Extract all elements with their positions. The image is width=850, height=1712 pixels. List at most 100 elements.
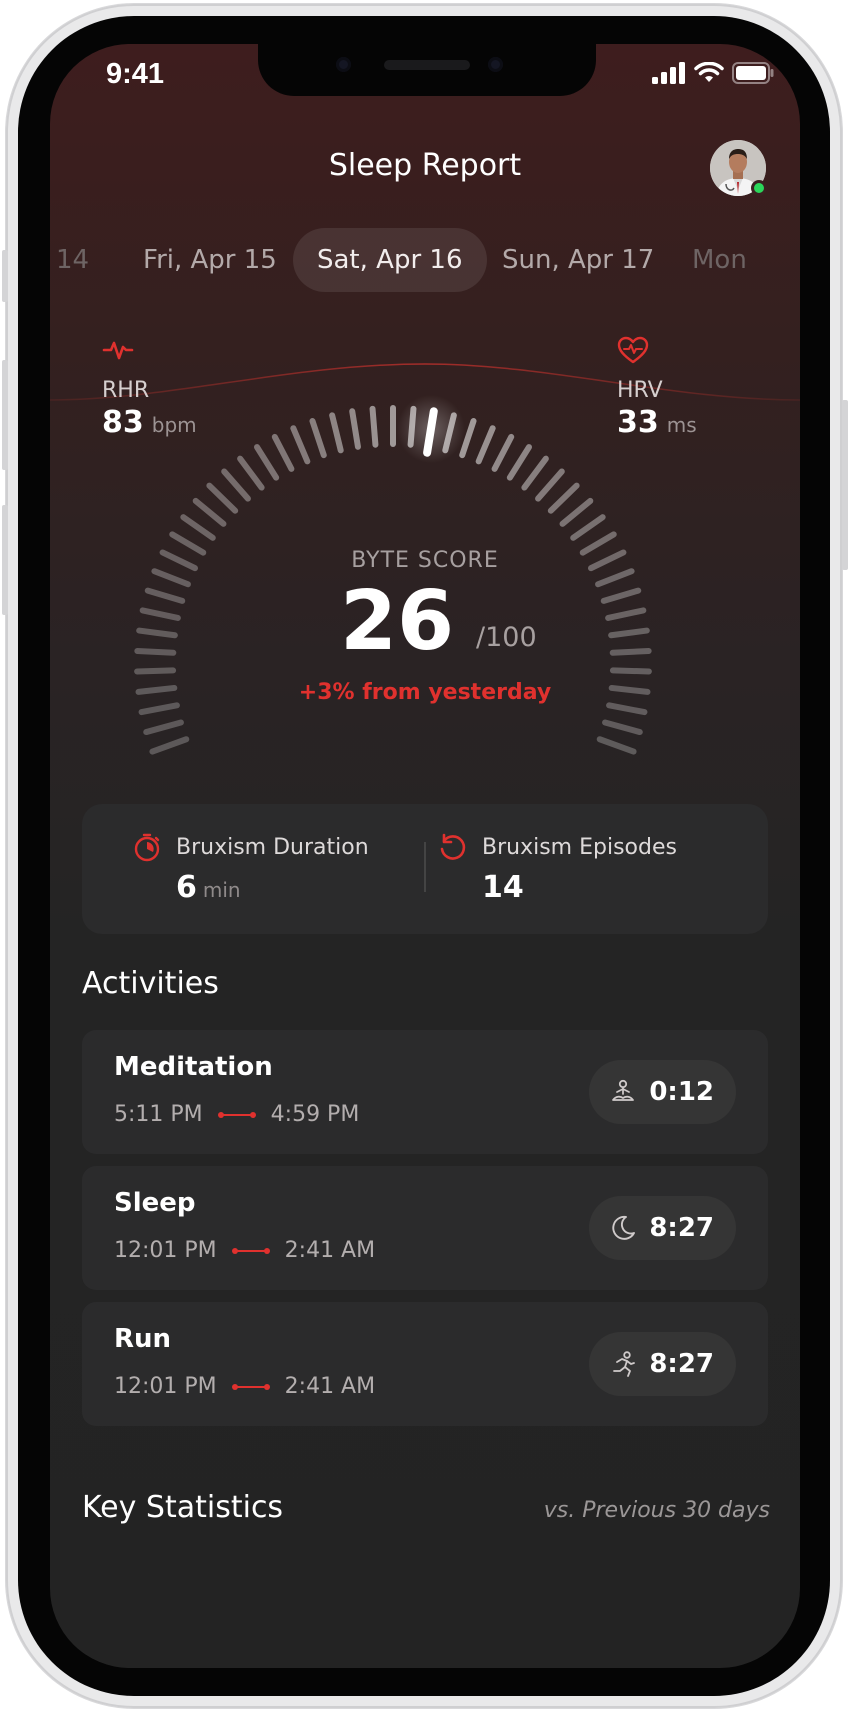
gauge-tick — [143, 719, 184, 736]
gauge-tick — [605, 607, 647, 621]
gauge-tick — [595, 568, 635, 588]
score-delta: +3% from yesterday — [298, 680, 552, 705]
activity-duration-pill: 8:27 — [589, 1332, 736, 1396]
heartbeat-icon — [102, 341, 134, 360]
cellular-signal-icon — [652, 62, 685, 84]
restart-icon — [440, 833, 466, 860]
activity-times: 12:01 PM 2:41 AM — [114, 1238, 375, 1263]
activity-end: 4:59 PM — [270, 1102, 360, 1127]
gauge-tick — [547, 482, 580, 514]
gauge-tick — [608, 627, 650, 639]
gauge-tick — [349, 408, 361, 450]
gauge-tick — [136, 627, 178, 639]
gauge-tick — [309, 417, 327, 459]
volume-up-button — [2, 360, 8, 470]
activity-card-run[interactable]: Run 12:01 PM 2:41 AM 8:27 — [82, 1302, 768, 1426]
gauge-tick — [134, 647, 177, 656]
gauge-tick — [535, 468, 565, 502]
bruxism-episodes: Bruxism Episodes 14 — [438, 832, 677, 905]
activity-duration: 0:12 — [649, 1077, 714, 1107]
gauge-tick — [180, 514, 216, 541]
time-range-connector-icon — [231, 1247, 270, 1254]
gauge-tick — [237, 455, 265, 491]
activity-start: 12:01 PM — [114, 1238, 217, 1263]
bruxism-duration-value: 6 — [176, 870, 197, 905]
activity-start: 12:01 PM — [114, 1374, 217, 1399]
score-label: BYTE SCORE — [351, 548, 499, 573]
gauge-tick — [221, 468, 251, 502]
gauge-tick — [138, 702, 180, 716]
gauge-tick — [254, 444, 280, 481]
earpiece-speaker — [384, 60, 470, 70]
gauge-tick — [602, 719, 643, 736]
heart-pulse-icon — [617, 336, 649, 364]
gauge-tick — [192, 497, 227, 527]
gauge-tick — [134, 667, 177, 675]
activity-duration-pill: 8:27 — [589, 1196, 736, 1260]
gauge-tick — [475, 425, 496, 465]
activity-card-meditation[interactable]: Meditation 5:11 PM 4:59 PM 0:12 — [82, 1030, 768, 1154]
front-camera — [488, 57, 503, 72]
gauge-tick — [329, 412, 344, 454]
date-item[interactable]: Sun, Apr 17 — [502, 228, 654, 292]
activity-times: 12:01 PM 2:41 AM — [114, 1374, 375, 1399]
gauge-tick — [609, 647, 652, 656]
activity-name: Meditation — [114, 1052, 273, 1082]
volume-down-button — [2, 505, 8, 615]
date-selector: 14 Fri, Apr 15 Sat, Apr 16 Sun, Apr 17 M… — [50, 228, 800, 292]
gauge-tick — [151, 568, 191, 588]
key-statistics-comparison: vs. Previous 30 days — [543, 1498, 770, 1523]
bruxism-duration-unit: min — [202, 878, 241, 902]
gauge-tick — [600, 587, 642, 604]
stopwatch-icon — [134, 833, 160, 862]
gauge-tick — [139, 607, 181, 621]
bruxism-episodes-title: Bruxism Episodes — [482, 834, 677, 860]
key-statistics-title: Key Statistics — [82, 1490, 284, 1525]
power-button — [842, 400, 848, 570]
gauge-tick — [369, 405, 379, 448]
gauge-tick — [609, 667, 652, 675]
date-item[interactable]: Mon — [692, 228, 747, 292]
online-status-dot — [751, 180, 767, 196]
gauge-tick — [206, 482, 239, 514]
bruxism-card: Bruxism Duration 6 min Bruxism Episodes 1… — [82, 804, 768, 934]
activity-end: 2:41 AM — [284, 1238, 376, 1263]
meditation-icon — [612, 1079, 635, 1101]
activity-duration: 8:27 — [649, 1349, 714, 1379]
gauge-tick — [570, 514, 606, 541]
activity-duration-pill: 0:12 — [589, 1060, 736, 1124]
status-time: 9:41 — [106, 58, 165, 90]
score-value: 26 — [340, 574, 455, 669]
gauge-tick — [271, 433, 295, 472]
activity-duration: 8:27 — [649, 1213, 714, 1243]
date-item[interactable]: Fri, Apr 15 — [143, 228, 277, 292]
face-sensor — [336, 57, 351, 72]
gauge-tick — [521, 455, 549, 491]
gauge-tick — [144, 587, 186, 604]
activity-card-sleep[interactable]: Sleep 12:01 PM 2:41 AM 8:27 — [82, 1166, 768, 1290]
status-icons — [652, 60, 774, 86]
activity-name: Run — [114, 1324, 172, 1354]
app-screen: 9:41 Sleep Report 14 Fri, Apr 15 Sat, Ap… — [50, 44, 800, 1668]
gauge-tick — [596, 736, 637, 755]
time-range-connector-icon — [217, 1111, 256, 1118]
date-item-selected[interactable]: Sat, Apr 16 — [293, 228, 487, 292]
notch — [258, 44, 596, 96]
wifi-icon — [694, 62, 724, 82]
gauge-tick — [559, 497, 594, 527]
bruxism-duration-value-line: 6 min — [176, 870, 369, 905]
gauge-tick — [506, 444, 532, 481]
silent-switch — [2, 250, 8, 302]
activity-times: 5:11 PM 4:59 PM — [114, 1102, 359, 1127]
gauge-tick — [491, 433, 515, 472]
time-range-connector-icon — [231, 1383, 270, 1390]
activity-start: 5:11 PM — [114, 1102, 203, 1127]
bruxism-episodes-value: 14 — [482, 870, 524, 905]
date-item[interactable]: 14 — [56, 228, 89, 292]
battery-icon — [732, 62, 774, 84]
activity-name: Sleep — [114, 1188, 196, 1218]
activities-title: Activities — [82, 966, 219, 1001]
bruxism-duration-title: Bruxism Duration — [176, 834, 369, 860]
gauge-tick — [290, 425, 311, 465]
gauge-tick — [606, 702, 648, 716]
